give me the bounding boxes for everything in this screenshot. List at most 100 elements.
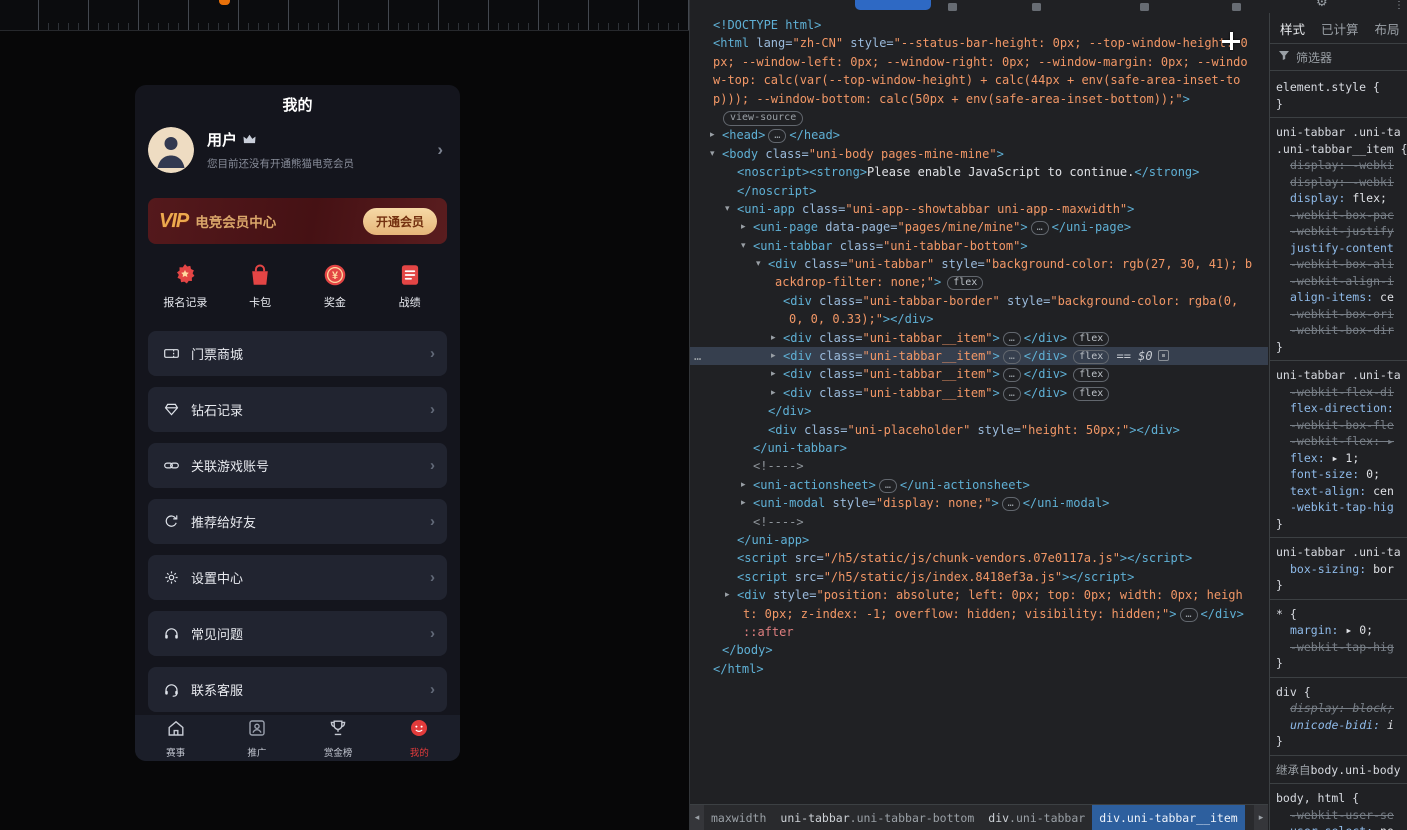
dom-node[interactable]: </uni-tabbar> bbox=[690, 439, 1268, 457]
collapse-arrow-icon[interactable]: ▾ bbox=[725, 200, 730, 218]
dom-node[interactable]: ▾<uni-tabbar class="uni-tabbar-bottom"> bbox=[690, 237, 1268, 255]
expand-arrow-icon[interactable]: ▸ bbox=[771, 329, 776, 347]
crumb-item[interactable]: uni-tabbar.uni-tabbar-bottom bbox=[773, 805, 981, 830]
rule-selector[interactable]: uni-tabbar .uni-ta bbox=[1276, 367, 1407, 384]
vip-banner[interactable]: VIP 电竞会员中心 开通会员 bbox=[148, 198, 447, 244]
dom-node[interactable]: <!----> bbox=[690, 457, 1268, 475]
css-property[interactable]: display: -webki bbox=[1276, 174, 1407, 191]
dom-node[interactable]: ▾<body class="uni-body pages-mine-mine"> bbox=[690, 145, 1268, 163]
rule-selector[interactable]: div { bbox=[1276, 684, 1407, 701]
expand-arrow-icon[interactable]: ▸ bbox=[771, 384, 776, 402]
toolbar-icon[interactable] bbox=[1032, 3, 1041, 11]
collapse-arrow-icon[interactable]: ▾ bbox=[756, 255, 761, 273]
active-panel-tab[interactable] bbox=[855, 0, 931, 10]
css-property[interactable]: flex-direction: bbox=[1276, 400, 1407, 417]
css-property[interactable]: -webkit-box-dir bbox=[1276, 322, 1407, 339]
dom-node[interactable]: <div class="uni-tabbar-border" style="ba… bbox=[690, 292, 1268, 310]
expand-arrow-icon[interactable]: ▸ bbox=[741, 476, 746, 494]
expand-ellipsis-button[interactable]: … bbox=[1031, 221, 1049, 235]
css-property[interactable]: -webkit-flex-di bbox=[1276, 384, 1407, 401]
dom-node[interactable]: ▸<div style="position: absolute; left: 0… bbox=[690, 586, 1268, 604]
menu-item[interactable]: 推荐给好友› bbox=[148, 499, 447, 544]
menu-item[interactable]: 联系客服› bbox=[148, 667, 447, 712]
dom-node[interactable]: <noscript><strong>Please enable JavaScri… bbox=[690, 163, 1268, 181]
css-property[interactable]: margin: ▸ 0; bbox=[1276, 622, 1407, 639]
crumb-selected[interactable]: div.uni-tabbar__item bbox=[1092, 805, 1244, 830]
expand-ellipsis-button[interactable]: … bbox=[768, 129, 786, 143]
rule-selector[interactable]: uni-tabbar .uni-ta bbox=[1276, 124, 1407, 141]
css-property[interactable]: flex: ▸ 1; bbox=[1276, 450, 1407, 467]
dom-node[interactable]: <html lang="zh-CN" style="--status-bar-h… bbox=[690, 34, 1268, 52]
rule-selector[interactable]: element.style { bbox=[1276, 79, 1407, 96]
expand-arrow-icon[interactable]: ▸ bbox=[741, 494, 746, 512]
flex-adorner-badge[interactable]: flex bbox=[1073, 368, 1109, 382]
app-tab-active[interactable]: 我的 bbox=[379, 715, 460, 761]
expand-ellipsis-button[interactable]: … bbox=[1003, 368, 1021, 382]
collapse-arrow-icon[interactable]: ▾ bbox=[710, 145, 715, 163]
dom-node[interactable]: ▾<uni-app class="uni-app--showtabbar uni… bbox=[690, 200, 1268, 218]
rule-selector[interactable]: uni-tabbar .uni-ta bbox=[1276, 544, 1407, 561]
dom-node[interactable]: ▸<div class="uni-tabbar__item">…</div>fl… bbox=[690, 329, 1268, 347]
crumb-scroll-right-button[interactable]: ▸ bbox=[1254, 805, 1268, 830]
crumb-scroll-left-button[interactable]: ◂ bbox=[690, 805, 704, 830]
css-property[interactable]: -webkit-flex: ▸ bbox=[1276, 433, 1407, 450]
dom-node[interactable]: <script src="/h5/static/js/index.8418ef3… bbox=[690, 568, 1268, 586]
sidebar-tab[interactable]: 布局 bbox=[1375, 19, 1400, 38]
menu-item[interactable]: 钻石记录› bbox=[148, 387, 447, 432]
menu-item[interactable]: 常见问题› bbox=[148, 611, 447, 656]
collapse-arrow-icon[interactable]: ▾ bbox=[741, 237, 746, 255]
css-property[interactable]: -webkit-justify bbox=[1276, 223, 1407, 240]
dom-node-selected[interactable]: ▸…<div class="uni-tabbar__item">…</div>f… bbox=[690, 347, 1268, 365]
dom-node[interactable]: <script src="/h5/static/js/chunk-vendors… bbox=[690, 549, 1268, 567]
expand-ellipsis-button[interactable]: … bbox=[1180, 608, 1198, 622]
open-vip-button[interactable]: 开通会员 bbox=[363, 208, 437, 235]
expand-ellipsis-button[interactable]: … bbox=[879, 479, 897, 493]
sidebar-tab[interactable]: 已计算 bbox=[1321, 19, 1359, 38]
gear-icon[interactable]: ⚙ bbox=[1316, 0, 1328, 10]
rule-selector[interactable]: .uni-tabbar__item { bbox=[1276, 141, 1407, 158]
dom-node[interactable]: w-top: calc(var(--top-window-height) + c… bbox=[690, 71, 1268, 89]
inherited-node-link[interactable]: body.uni-body bbox=[1311, 763, 1401, 777]
app-tab-item[interactable]: 赏金榜 bbox=[298, 715, 379, 761]
flex-adorner-badge[interactable]: flex bbox=[1073, 332, 1109, 346]
menu-item[interactable]: 设置中心› bbox=[148, 555, 447, 600]
css-property[interactable]: -webkit-tap-hig bbox=[1276, 639, 1407, 656]
dom-node[interactable]: p))); --window-bottom: calc(50px + env(s… bbox=[690, 90, 1268, 108]
flex-adorner-badge[interactable]: flex bbox=[1073, 387, 1109, 401]
dom-node[interactable]: <div class="uni-placeholder" style="heig… bbox=[690, 421, 1268, 439]
css-property[interactable]: -webkit-user-se bbox=[1276, 807, 1407, 824]
dom-node[interactable]: </html> bbox=[690, 660, 1268, 678]
dom-node[interactable]: <!----> bbox=[690, 513, 1268, 531]
flex-adorner-badge[interactable]: flex bbox=[1073, 350, 1109, 364]
expand-arrow-icon[interactable]: ▸ bbox=[725, 586, 730, 604]
styles-filter[interactable]: 筛选器 bbox=[1270, 44, 1407, 71]
flex-adorner-badge[interactable]: flex bbox=[947, 276, 983, 290]
expand-arrow-icon[interactable]: ▸ bbox=[771, 365, 776, 383]
menu-item[interactable]: 门票商城› bbox=[148, 331, 447, 376]
dom-node[interactable]: </uni-app> bbox=[690, 531, 1268, 549]
dom-node[interactable]: </div> bbox=[690, 402, 1268, 420]
dom-node[interactable]: view-source bbox=[690, 108, 1268, 126]
css-property[interactable]: -webkit-tap-hig bbox=[1276, 499, 1407, 516]
css-property[interactable]: -webkit-box-pac bbox=[1276, 207, 1407, 224]
dom-node[interactable]: ::after bbox=[690, 623, 1268, 641]
quick-action[interactable]: 战绩 bbox=[372, 261, 447, 310]
app-tab-item[interactable]: 赛事 bbox=[135, 715, 216, 761]
css-property[interactable]: -webkit-box-ori bbox=[1276, 306, 1407, 323]
dom-node[interactable]: <!DOCTYPE html> bbox=[690, 16, 1268, 34]
css-property[interactable]: -webkit-box-fle bbox=[1276, 417, 1407, 434]
expand-arrow-icon[interactable]: ▸ bbox=[710, 126, 715, 144]
dom-node[interactable]: ▸<div class="uni-tabbar__item">…</div>fl… bbox=[690, 365, 1268, 383]
css-property[interactable]: justify-content bbox=[1276, 240, 1407, 257]
dom-node[interactable]: ▸<div class="uni-tabbar__item">…</div>fl… bbox=[690, 384, 1268, 402]
app-tab-item[interactable]: 推广 bbox=[216, 715, 297, 761]
css-property[interactable]: display: flex; bbox=[1276, 190, 1407, 207]
dom-node[interactable]: ▸<head>…</head> bbox=[690, 126, 1268, 144]
more-menu-icon[interactable]: ⋮ bbox=[1394, 0, 1404, 11]
dom-node[interactable]: </noscript> bbox=[690, 182, 1268, 200]
expand-ellipsis-button[interactable]: … bbox=[1003, 332, 1021, 346]
css-property[interactable]: display: -webki bbox=[1276, 157, 1407, 174]
css-property[interactable]: box-sizing: bor bbox=[1276, 561, 1407, 578]
quick-action[interactable]: 卡包 bbox=[223, 261, 298, 310]
css-property[interactable]: align-items: ce bbox=[1276, 289, 1407, 306]
